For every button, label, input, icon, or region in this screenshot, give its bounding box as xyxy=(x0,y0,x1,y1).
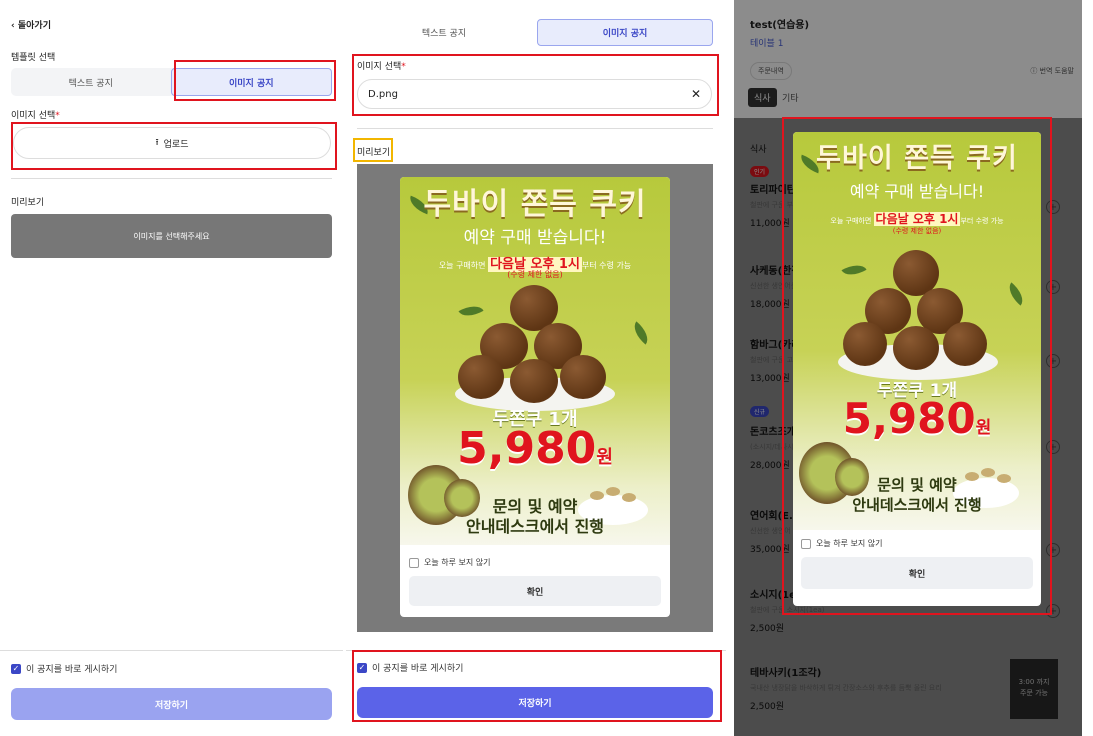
poster-subtitle: 예약 구매 받습니다! xyxy=(463,228,607,248)
template-label: 템플릿 선택 xyxy=(11,53,56,63)
save-button[interactable]: 저장하기 xyxy=(357,687,713,718)
poster-note: (수령 제한 없음) xyxy=(507,270,563,279)
divider xyxy=(357,128,713,129)
confirm-button[interactable]: 확인 xyxy=(409,576,661,606)
divider xyxy=(11,178,332,179)
file-name: D.png xyxy=(368,88,398,100)
cookie xyxy=(458,355,504,399)
leaf-decoration xyxy=(458,300,484,322)
tab-text-notice[interactable]: 텍스트 공지 xyxy=(357,19,531,46)
selected-file-field[interactable]: D.png ✕ xyxy=(357,79,712,109)
poster-image: 두바이 쫀득 쿠키 예약 구매 받습니다! 오늘 구매하면 다음날 오후 1시 부… xyxy=(400,177,670,545)
check-icon: ✓ xyxy=(11,663,21,674)
publish-label: 이 공지를 바로 게시하기 xyxy=(26,665,118,675)
checkbox-icon xyxy=(409,557,419,568)
image-select-label: 이미지 선택* xyxy=(357,62,406,72)
template-tabs: 텍스트 공지 이미지 공지 xyxy=(357,19,713,46)
close-icon[interactable]: ✕ xyxy=(691,87,701,101)
preview-placeholder: 이미지를 선택해주세요 xyxy=(11,214,332,258)
cookie xyxy=(510,359,558,403)
highlight-box xyxy=(174,60,336,101)
divider xyxy=(0,650,343,651)
editor-panel-empty: ‹ 돌아가기 템플릿 선택 텍스트 공지 이미지 공지 이미지 선택* ⭱ 업로… xyxy=(0,0,343,736)
notice-popup-preview: 두바이 쫀득 쿠키 예약 구매 받습니다! 오늘 구매하면 다음날 오후 1시 부… xyxy=(400,177,670,617)
dont-show-today-label: 오늘 하루 보지 않기 xyxy=(424,558,491,567)
leaf-decoration xyxy=(628,321,654,345)
poster-contact-2: 안내데스크에서 진행 xyxy=(465,517,605,536)
save-button-disabled[interactable]: 저장하기 xyxy=(11,688,332,720)
highlight-box xyxy=(11,122,337,170)
preview-label: 미리보기 xyxy=(357,148,391,158)
publish-label: 이 공지를 바로 게시하기 xyxy=(372,664,464,674)
preview-label: 미리보기 xyxy=(11,198,45,208)
dont-show-today-checkbox[interactable]: 오늘 하루 보지 않기 xyxy=(400,545,670,568)
poster-title: 두바이 쫀득 쿠키 xyxy=(423,187,647,222)
highlight-box xyxy=(782,117,1052,615)
tab-text-notice[interactable]: 텍스트 공지 xyxy=(11,68,171,96)
cookie xyxy=(560,355,606,399)
publish-checkbox[interactable]: ✓ 이 공지를 바로 게시하기 xyxy=(11,662,117,675)
tab-image-notice[interactable]: 이미지 공지 xyxy=(537,19,713,46)
publish-checkbox[interactable]: ✓ 이 공지를 바로 게시하기 xyxy=(357,661,463,674)
back-button[interactable]: ‹ 돌아가기 xyxy=(11,18,51,31)
back-label: 돌아가기 xyxy=(17,21,51,31)
check-icon: ✓ xyxy=(357,662,367,673)
image-select-label: 이미지 선택* xyxy=(11,111,60,121)
chevron-left-icon: ‹ xyxy=(11,21,15,31)
customer-view: test(연습용) 테이블 1 주문내역 ⓘ 번역 도움말 식사 기타 식사 인… xyxy=(734,0,1082,736)
